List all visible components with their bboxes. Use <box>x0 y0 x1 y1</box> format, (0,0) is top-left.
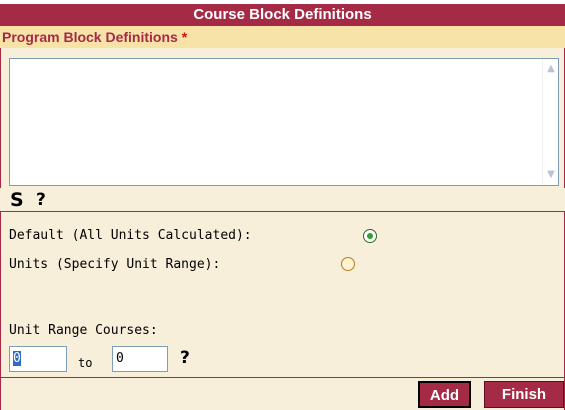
units-radio[interactable] <box>341 257 355 271</box>
scroll-up-icon[interactable]: ▲ <box>544 61 558 77</box>
finish-button[interactable]: Finish <box>484 381 564 408</box>
page-title: Course Block Definitions <box>0 4 565 26</box>
course-block-window: Course Block Definitions Program Block D… <box>0 0 565 410</box>
add-button[interactable]: Add <box>418 381 471 408</box>
unit-range-help-icon[interactable]: ? <box>180 348 190 368</box>
required-marker: * <box>181 29 188 45</box>
textarea-scrollbar[interactable]: ▲ ▼ <box>542 59 558 185</box>
program-block-label: Program Block Definitions * <box>2 28 187 46</box>
unit-range-to-input[interactable]: 0 <box>112 346 168 372</box>
scroll-down-icon[interactable]: ▼ <box>544 167 558 183</box>
default-option-label: Default (All Units Calculated): <box>9 228 252 243</box>
toolbar-row: S ? <box>0 188 565 212</box>
default-radio[interactable] <box>363 229 377 243</box>
units-option-label: Units (Specify Unit Range): <box>9 257 221 272</box>
unit-range-to-value: 0 <box>116 351 124 366</box>
divider <box>0 377 565 378</box>
unit-range-from-value: 0 <box>13 351 21 366</box>
to-label: to <box>78 356 93 370</box>
program-block-textarea[interactable]: ▲ ▼ <box>9 58 559 186</box>
program-block-label-text: Program Block Definitions <box>2 29 178 45</box>
unit-range-from-input[interactable]: 0 <box>9 346 67 372</box>
help-icon[interactable]: ? <box>36 190 46 210</box>
unit-range-label: Unit Range Courses: <box>9 323 158 338</box>
spell-check-icon[interactable]: S <box>10 190 24 210</box>
